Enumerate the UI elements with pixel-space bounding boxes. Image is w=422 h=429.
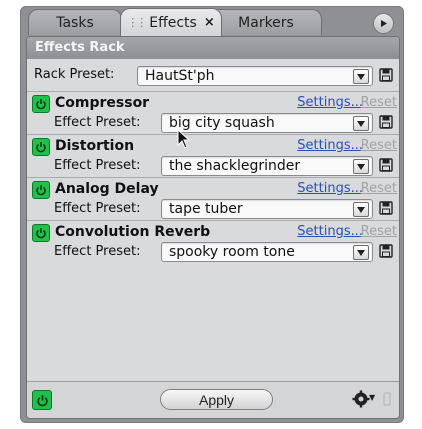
reset-link: Reset bbox=[360, 224, 397, 239]
settings-link[interactable]: Settings... bbox=[297, 224, 363, 239]
close-tab-icon[interactable]: × bbox=[204, 15, 215, 30]
rack-preset-row: Rack Preset: HautSt'ph bbox=[27, 59, 399, 91]
effect-analog-delay: Analog Delay Settings... Reset Effect Pr… bbox=[27, 178, 399, 220]
tab-bar: Tasks Markers ⋮⋮ Effects × bbox=[20, 6, 404, 38]
chevron-down-icon: ▼ bbox=[369, 393, 376, 402]
play-menu-icon[interactable] bbox=[373, 13, 394, 34]
tab-grip-icon: ⋮⋮ bbox=[127, 16, 147, 29]
chevron-down-icon bbox=[353, 159, 369, 174]
effect-preset-select[interactable]: the shacklegrinder bbox=[161, 156, 373, 176]
rack-preset-select[interactable]: HautSt'ph bbox=[137, 66, 373, 86]
chevron-down-icon bbox=[353, 116, 369, 131]
effect-convolution-reverb: Convolution Reverb Settings... Reset Eff… bbox=[27, 221, 399, 263]
rack-header: Effects Rack bbox=[27, 37, 399, 59]
effect-preset-value: the shacklegrinder bbox=[169, 158, 301, 174]
chevron-down-icon bbox=[353, 69, 369, 84]
apply-button[interactable]: Apply bbox=[160, 389, 273, 410]
tab-tasks-label: Tasks bbox=[56, 14, 94, 31]
save-preset-icon[interactable] bbox=[379, 115, 393, 129]
rack-preset-label: Rack Preset: bbox=[34, 67, 115, 82]
effect-name: Convolution Reverb bbox=[55, 224, 211, 240]
effect-preset-label: Effect Preset: bbox=[54, 158, 141, 173]
effect-compressor: Compressor Settings... Reset Effect Pres… bbox=[27, 92, 399, 134]
reset-link: Reset bbox=[360, 181, 397, 196]
settings-link[interactable]: Settings... bbox=[297, 181, 363, 196]
empty-rack-area bbox=[27, 293, 399, 373]
effects-rack-panel: Effects Rack Rack Preset: HautSt'ph Comp… bbox=[26, 36, 400, 419]
tab-effects[interactable]: ⋮⋮ Effects × bbox=[120, 8, 222, 36]
save-preset-icon[interactable] bbox=[379, 68, 393, 82]
effects-window: Tasks Markers ⋮⋮ Effects × Effects Rack … bbox=[20, 6, 404, 423]
effect-name: Compressor bbox=[55, 95, 150, 111]
tab-tasks[interactable]: Tasks bbox=[28, 9, 122, 35]
effect-preset-label: Effect Preset: bbox=[54, 244, 141, 259]
tab-markers-label: Markers bbox=[238, 14, 294, 31]
save-preset-icon[interactable] bbox=[379, 244, 393, 258]
power-icon[interactable] bbox=[32, 224, 50, 242]
settings-link[interactable]: Settings... bbox=[297, 138, 363, 153]
settings-link[interactable]: Settings... bbox=[297, 95, 363, 110]
rack-preset-value: HautSt'ph bbox=[145, 68, 215, 84]
effect-preset-label: Effect Preset: bbox=[54, 115, 141, 130]
power-icon[interactable] bbox=[32, 138, 50, 156]
effect-preset-value: tape tuber bbox=[169, 201, 243, 217]
effect-preset-select[interactable]: big city squash bbox=[161, 113, 373, 133]
power-icon[interactable] bbox=[32, 181, 50, 199]
effect-preset-select[interactable]: spooky room tone bbox=[161, 242, 373, 262]
tab-effects-label: Effects bbox=[149, 14, 197, 31]
power-icon[interactable] bbox=[32, 95, 50, 113]
save-preset-icon[interactable] bbox=[379, 201, 393, 215]
effect-preset-value: spooky room tone bbox=[169, 244, 295, 260]
reset-link: Reset bbox=[360, 138, 397, 153]
resize-handle-icon bbox=[383, 392, 391, 406]
effect-preset-select[interactable]: tape tuber bbox=[161, 199, 373, 219]
mouse-cursor-icon bbox=[177, 129, 191, 149]
bottom-toolbar: Apply ▼ bbox=[27, 381, 399, 418]
effect-distortion: Distortion Settings... Reset Effect Pres… bbox=[27, 129, 399, 177]
tab-markers[interactable]: Markers bbox=[210, 9, 322, 35]
power-icon[interactable] bbox=[32, 390, 52, 410]
save-preset-icon[interactable] bbox=[379, 158, 393, 172]
gear-icon[interactable] bbox=[352, 390, 370, 408]
effect-preset-label: Effect Preset: bbox=[54, 201, 141, 216]
chevron-down-icon bbox=[353, 245, 369, 260]
chevron-down-icon bbox=[353, 202, 369, 217]
reset-link: Reset bbox=[360, 95, 397, 110]
effect-name: Distortion bbox=[55, 138, 135, 154]
effect-name: Analog Delay bbox=[55, 181, 159, 197]
